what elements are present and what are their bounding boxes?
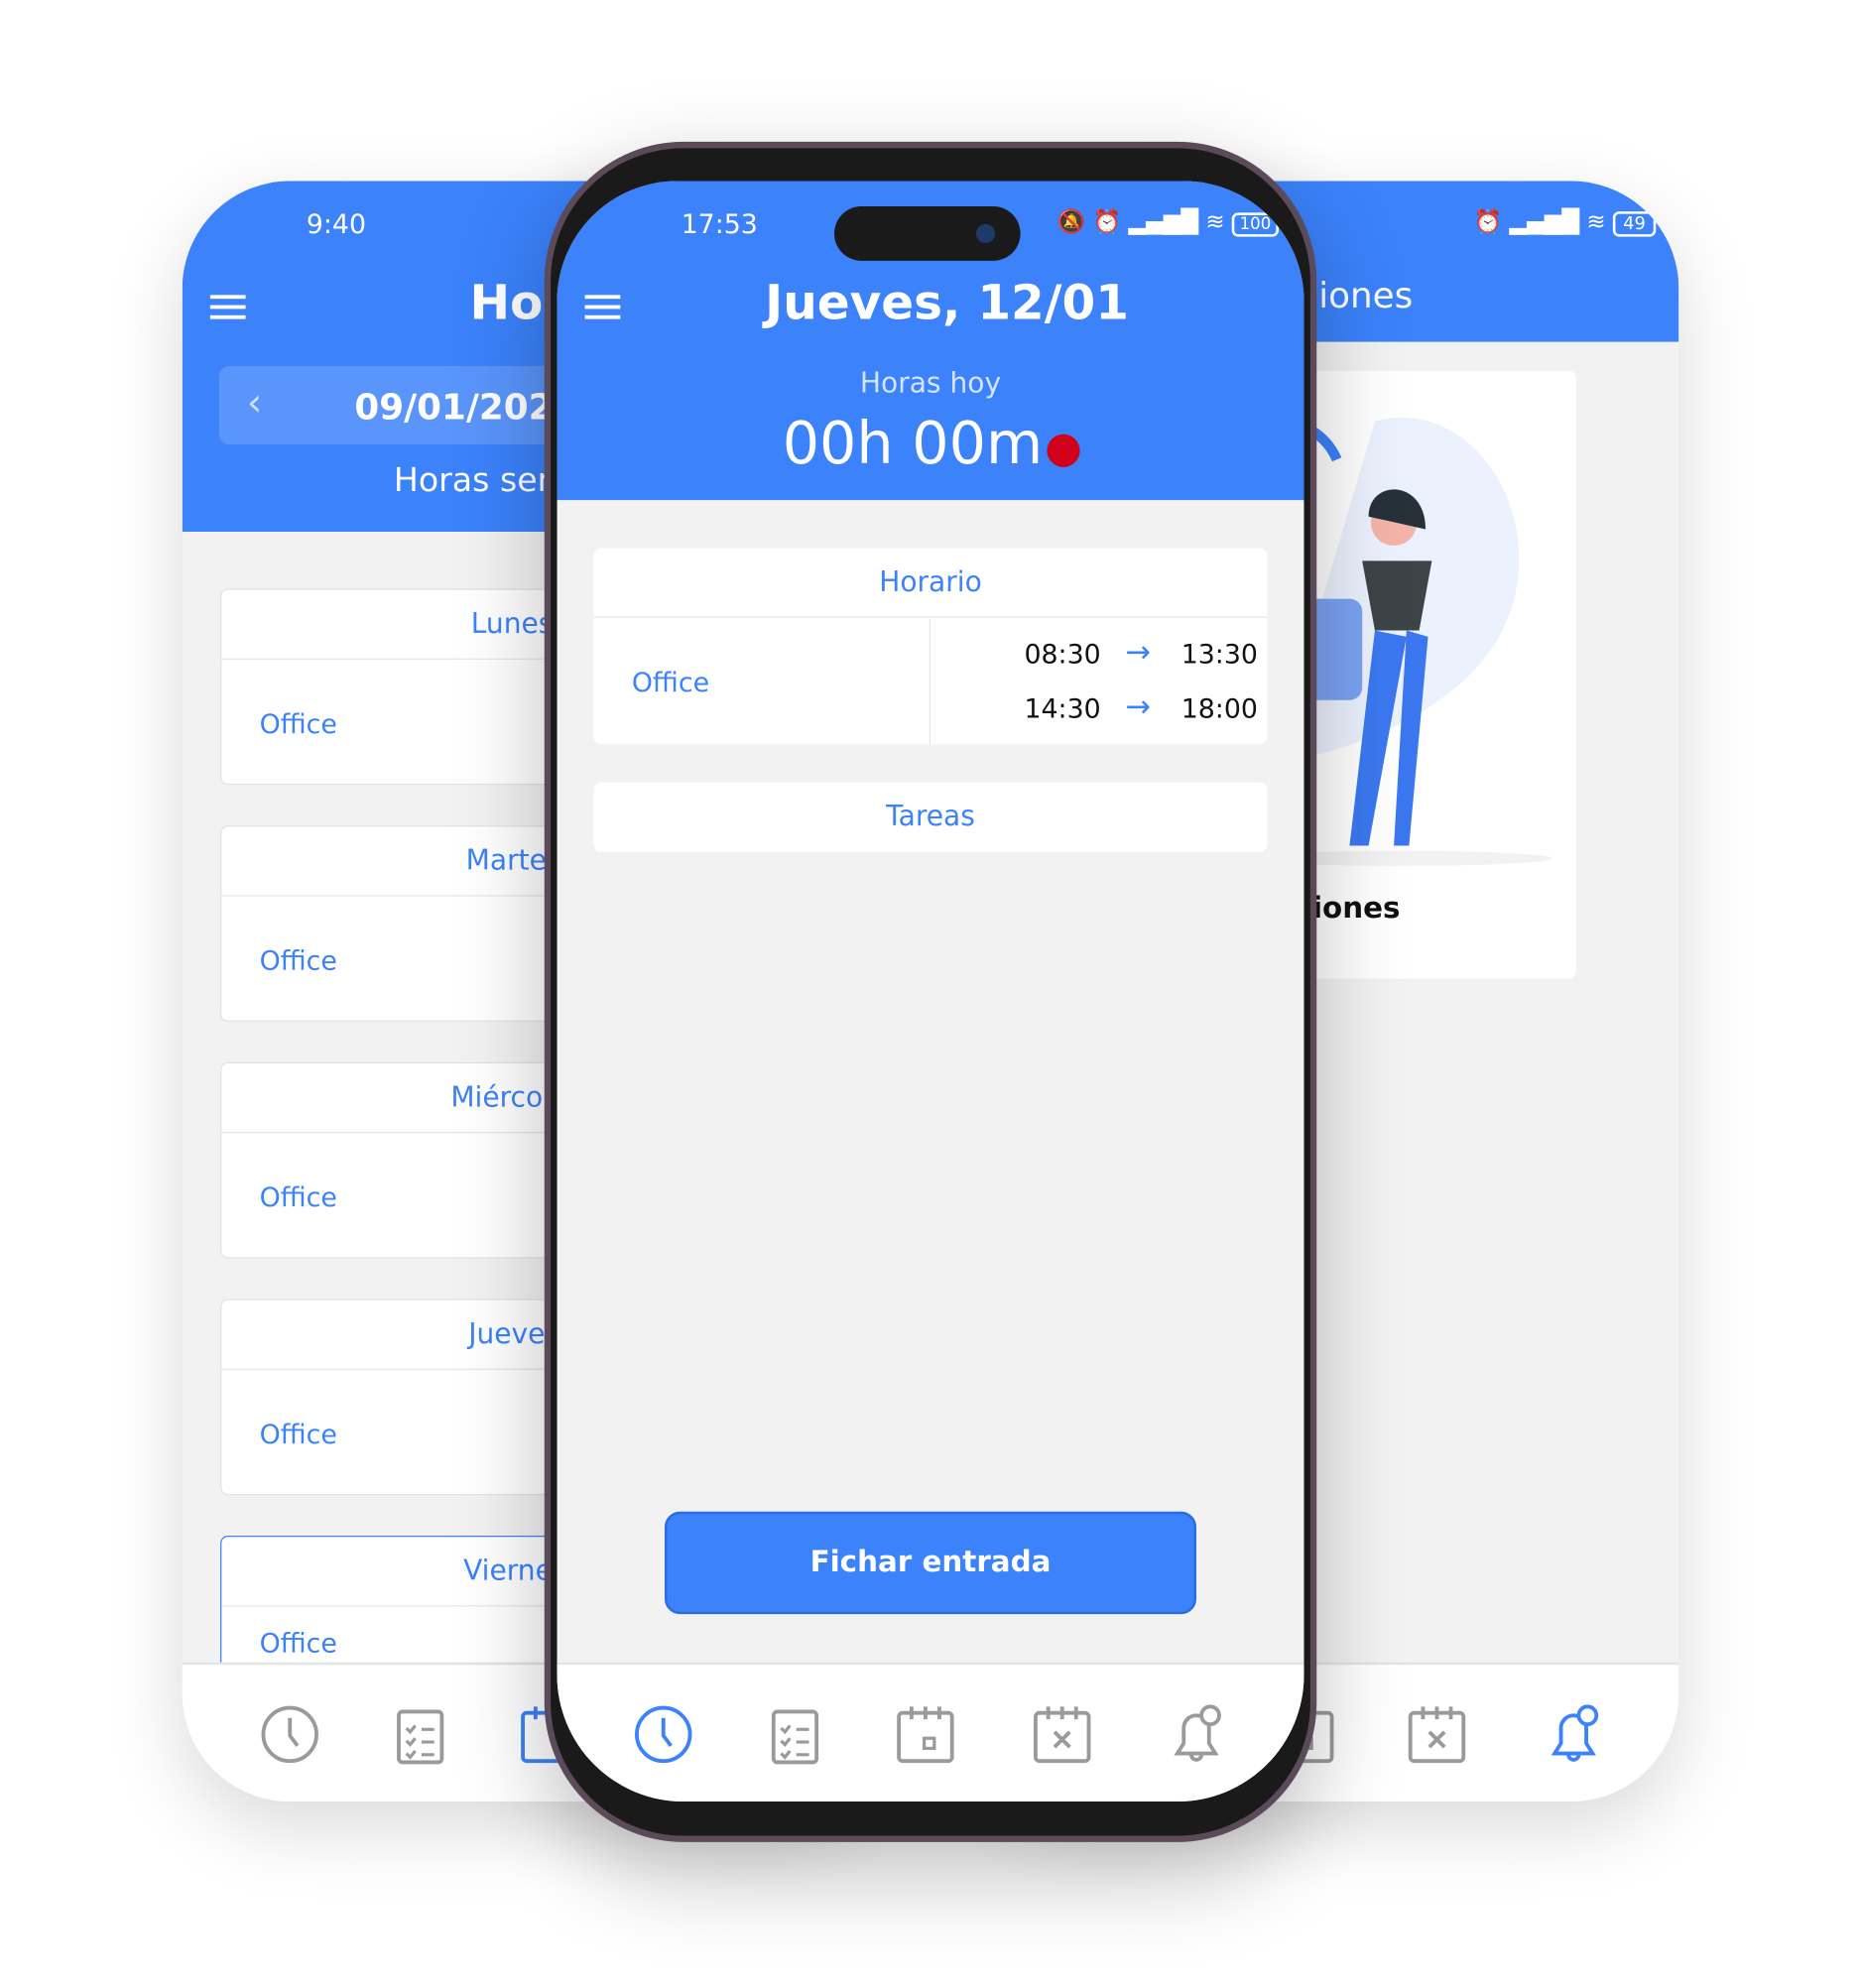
slot-from: 08:30 — [1024, 639, 1101, 671]
notifications-icon[interactable] — [1165, 1702, 1228, 1766]
absence-icon[interactable] — [1406, 1702, 1469, 1766]
location: Office — [259, 708, 337, 740]
schedule-card: Horario Office 08:30 → 13:30 14:30 → 18:… — [593, 548, 1268, 745]
weekly-hours-label: Horas sem — [393, 461, 569, 501]
clock-icon[interactable] — [632, 1702, 695, 1766]
location: Office — [259, 945, 337, 976]
chevron-left-icon[interactable]: ‹ — [247, 381, 262, 426]
slot-to: 18:00 — [1180, 693, 1258, 724]
battery-icon: 49 — [1612, 211, 1657, 237]
location: Office — [259, 1419, 337, 1450]
camera-icon — [975, 223, 996, 244]
schedule-header: Horario — [593, 549, 1268, 618]
bottom-nav — [557, 1662, 1304, 1802]
location: Office — [259, 1181, 337, 1213]
status-time: 9:40 — [306, 208, 367, 240]
location: Office — [259, 1628, 337, 1659]
camera-notch — [834, 206, 1021, 261]
arrow-right-icon: → — [1125, 634, 1152, 671]
menu-icon[interactable] — [209, 289, 246, 325]
status-icons: 🔕 ⏰ ▂▄▆█ ≋ 100 — [1057, 209, 1279, 237]
calendar-icon[interactable] — [894, 1702, 957, 1766]
center-header: 17:53 🔕 ⏰ ▂▄▆█ ≋ 100 Jueves, 12/01 Horas… — [557, 181, 1304, 501]
notifications-icon[interactable] — [1542, 1702, 1605, 1766]
page-title: Jueves, 12/01 — [765, 274, 1130, 331]
hours-today-value: 00h 00m — [782, 409, 1044, 478]
schedule-location: Office — [631, 667, 710, 698]
clock-in-button[interactable]: Fichar entrada — [665, 1511, 1197, 1615]
slot-to: 13:30 — [1180, 639, 1258, 671]
arrow-right-icon: → — [1125, 688, 1152, 724]
absence-icon[interactable] — [1031, 1702, 1094, 1766]
slot-from: 14:30 — [1024, 693, 1101, 724]
tasks-card[interactable]: Tareas — [593, 782, 1268, 852]
center-phone: 17:53 🔕 ⏰ ▂▄▆█ ≋ 100 Jueves, 12/01 Horas… — [557, 181, 1304, 1802]
hours-today-label: Horas hoy — [859, 368, 1002, 401]
tasks-icon[interactable] — [389, 1702, 452, 1766]
status-dot — [1047, 434, 1080, 467]
clock-icon[interactable] — [258, 1702, 321, 1766]
battery-icon: 100 — [1231, 212, 1279, 237]
tasks-icon[interactable] — [764, 1702, 827, 1766]
tasks-header: Tareas — [886, 801, 975, 833]
status-time: 17:53 — [681, 208, 758, 240]
status-icons: ⏰ ▂▄▆█ ≋ 49 — [1473, 209, 1657, 237]
